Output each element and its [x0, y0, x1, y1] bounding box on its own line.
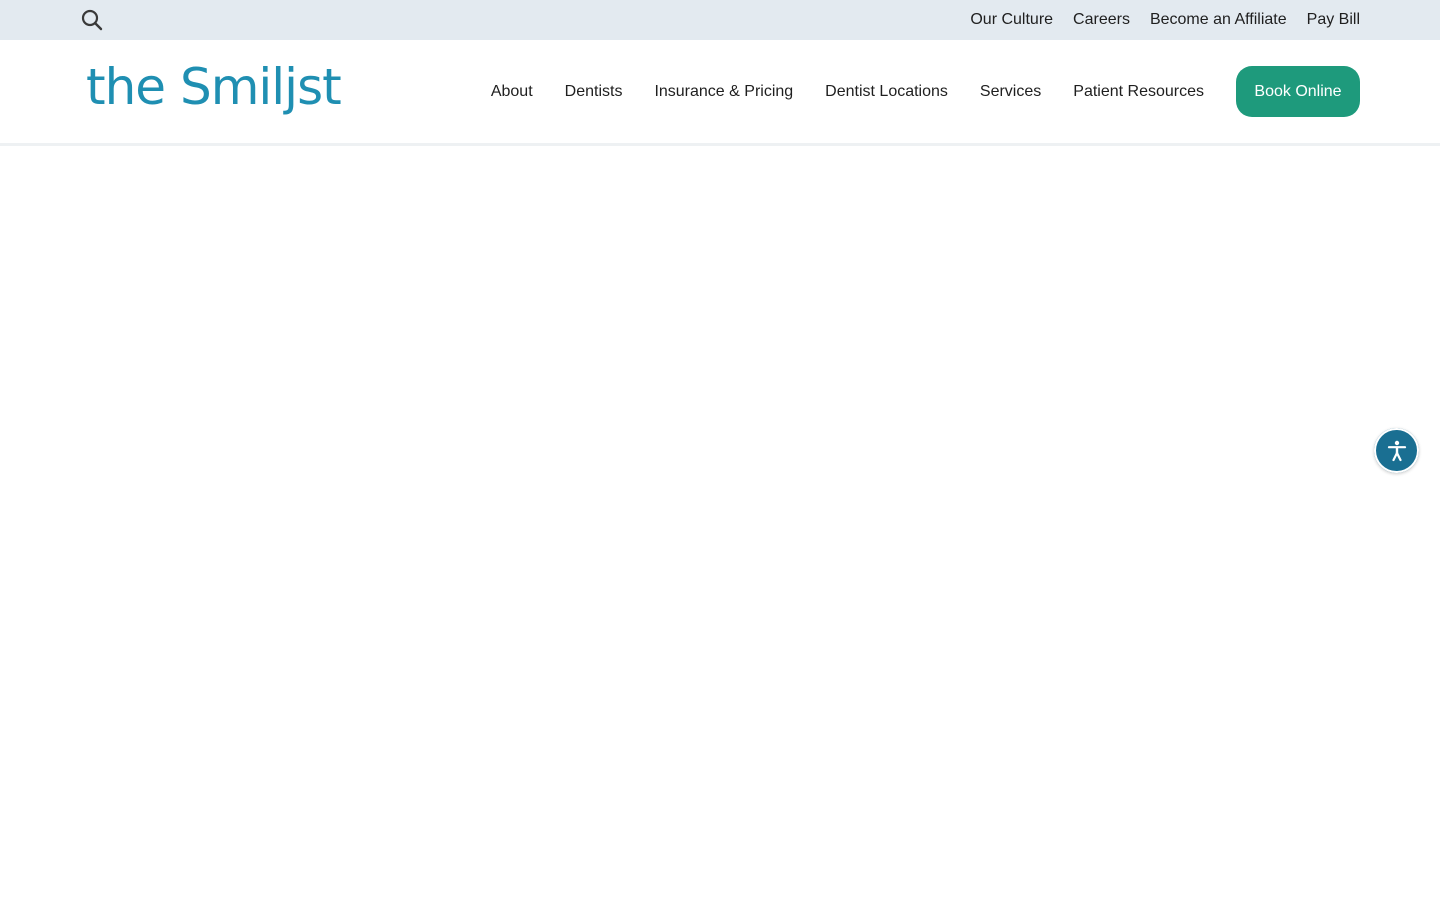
nav-item-about[interactable]: About	[491, 83, 533, 101]
utility-bar: Our Culture Careers Become an Affiliate …	[0, 0, 1440, 40]
search-icon	[81, 9, 103, 31]
utility-links: Our Culture Careers Become an Affiliate …	[970, 0, 1360, 40]
nav-item-dentists[interactable]: Dentists	[565, 83, 623, 101]
nav-item-dentist-locations[interactable]: Dentist Locations	[825, 83, 948, 101]
main-nav: About Dentists Insurance & Pricing Denti…	[491, 40, 1204, 143]
nav-item-insurance-pricing[interactable]: Insurance & Pricing	[654, 83, 793, 101]
accessibility-button[interactable]	[1374, 428, 1419, 473]
accessibility-icon	[1387, 440, 1406, 461]
logo[interactable]: the Smiljst	[86, 54, 342, 128]
utility-link-our-culture[interactable]: Our Culture	[970, 11, 1053, 29]
utility-link-pay-bill[interactable]: Pay Bill	[1307, 11, 1360, 29]
search-button[interactable]	[80, 8, 104, 32]
utility-link-careers[interactable]: Careers	[1073, 11, 1130, 29]
nav-item-services[interactable]: Services	[980, 83, 1041, 101]
main-header: the Smiljst About Dentists Insurance & P…	[0, 40, 1440, 146]
content-area	[0, 149, 1440, 900]
logo-text: the Smiljst	[86, 58, 342, 116]
book-online-button[interactable]: Book Online	[1236, 66, 1360, 117]
utility-link-become-affiliate[interactable]: Become an Affiliate	[1150, 11, 1287, 29]
nav-item-patient-resources[interactable]: Patient Resources	[1073, 83, 1204, 101]
